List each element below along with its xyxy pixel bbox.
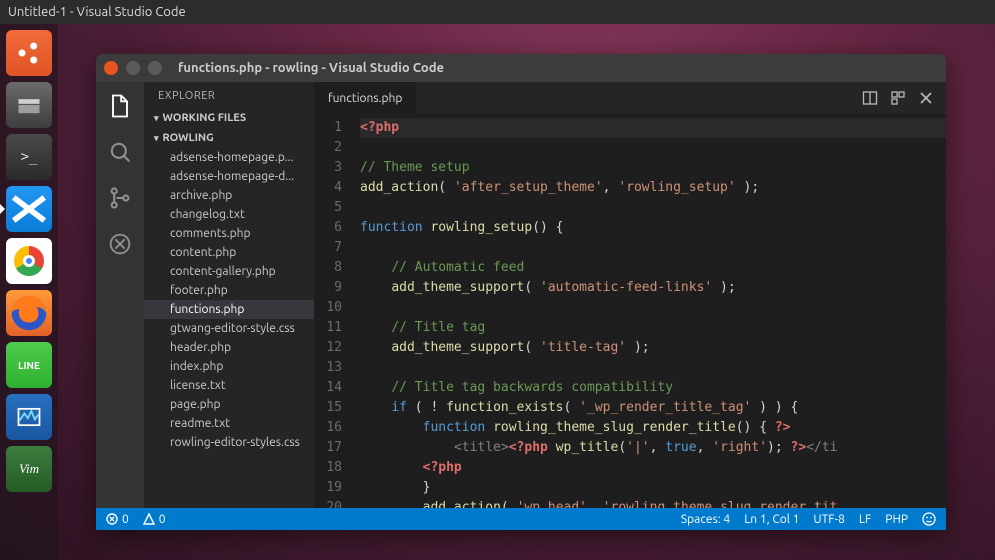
section-project[interactable]: ROWLING: [144, 128, 314, 148]
window-titlebar[interactable]: functions.php - rowling - Visual Studio …: [96, 54, 946, 82]
window-title: functions.php - rowling - Visual Studio …: [178, 61, 444, 75]
status-feedback-icon[interactable]: [922, 512, 936, 526]
launcher-terminal[interactable]: >_: [6, 134, 52, 180]
file-item[interactable]: page.php: [144, 395, 314, 414]
tab-label: functions.php: [328, 92, 402, 105]
ubuntu-topbar: Untitled-1 - Visual Studio Code: [0, 0, 995, 24]
vscode-window: functions.php - rowling - Visual Studio …: [96, 54, 946, 530]
status-eol[interactable]: LF: [859, 513, 871, 526]
activity-bar: [96, 82, 144, 508]
file-item[interactable]: gtwang-editor-style.css: [144, 319, 314, 338]
launcher-chrome[interactable]: [6, 238, 52, 284]
launcher-system-monitor[interactable]: [6, 394, 52, 440]
launcher-vscode[interactable]: [6, 186, 52, 232]
file-item[interactable]: adsense-homepage-d...: [144, 167, 314, 186]
launcher-ubuntu-dash[interactable]: [6, 30, 52, 76]
status-warnings[interactable]: 0: [143, 513, 166, 526]
code-content[interactable]: <?php // Theme setupadd_action( 'after_s…: [352, 114, 946, 508]
ubuntu-launcher: >_ LINE Vim: [0, 24, 58, 560]
editor-area: functions.php 12345678910111213141516171…: [314, 82, 946, 508]
file-item[interactable]: functions.php: [144, 300, 314, 319]
file-item[interactable]: index.php: [144, 357, 314, 376]
launcher-files[interactable]: [6, 82, 52, 128]
file-item[interactable]: adsense-homepage.p...: [144, 148, 314, 167]
close-editor-icon[interactable]: [918, 90, 934, 106]
status-warnings-count: 0: [159, 513, 166, 526]
file-item[interactable]: content.php: [144, 243, 314, 262]
file-item[interactable]: header.php: [144, 338, 314, 357]
explorer-sidebar: EXPLORER WORKING FILES ROWLING adsense-h…: [144, 82, 314, 508]
file-item[interactable]: comments.php: [144, 224, 314, 243]
window-maximize-button[interactable]: [148, 61, 162, 75]
status-spaces[interactable]: Spaces: 4: [681, 513, 730, 526]
file-item[interactable]: archive.php: [144, 186, 314, 205]
activity-debug-icon[interactable]: [106, 230, 134, 258]
file-item[interactable]: readme.txt: [144, 414, 314, 433]
activity-search-icon[interactable]: [106, 138, 134, 166]
activity-git-icon[interactable]: [106, 184, 134, 212]
launcher-line[interactable]: LINE: [6, 342, 52, 388]
status-errors-count: 0: [122, 513, 129, 526]
file-item[interactable]: content-gallery.php: [144, 262, 314, 281]
window-close-button[interactable]: [104, 61, 118, 75]
status-encoding[interactable]: UTF-8: [813, 513, 844, 526]
status-position[interactable]: Ln 1, Col 1: [744, 513, 799, 526]
status-language[interactable]: PHP: [885, 513, 908, 526]
editor-tabs: functions.php: [314, 82, 946, 114]
file-list: adsense-homepage.p...adsense-homepage-d.…: [144, 148, 314, 452]
file-item[interactable]: footer.php: [144, 281, 314, 300]
split-editor-icon[interactable]: [862, 90, 878, 106]
section-working-files[interactable]: WORKING FILES: [144, 108, 314, 128]
launcher-firefox[interactable]: [6, 290, 52, 336]
tab-functions-php[interactable]: functions.php: [314, 82, 417, 114]
status-errors[interactable]: 0: [106, 513, 129, 526]
explorer-title: EXPLORER: [144, 82, 314, 108]
topbar-title: Untitled-1 - Visual Studio Code: [8, 5, 186, 19]
file-item[interactable]: changelog.txt: [144, 205, 314, 224]
more-actions-icon[interactable]: [890, 90, 906, 106]
section-project-label: ROWLING: [163, 132, 214, 144]
section-working-files-label: WORKING FILES: [163, 112, 247, 124]
file-item[interactable]: license.txt: [144, 376, 314, 395]
window-minimize-button[interactable]: [126, 61, 140, 75]
line-gutter: 123456789101112131415161718192021: [314, 114, 352, 508]
status-bar: 0 0 Spaces: 4 Ln 1, Col 1 UTF-8 LF PHP: [96, 508, 946, 530]
code-editor[interactable]: 123456789101112131415161718192021 <?php …: [314, 114, 946, 508]
launcher-vim[interactable]: Vim: [6, 446, 52, 492]
file-item[interactable]: rowling-editor-styles.css: [144, 433, 314, 452]
activity-explorer-icon[interactable]: [106, 92, 134, 120]
